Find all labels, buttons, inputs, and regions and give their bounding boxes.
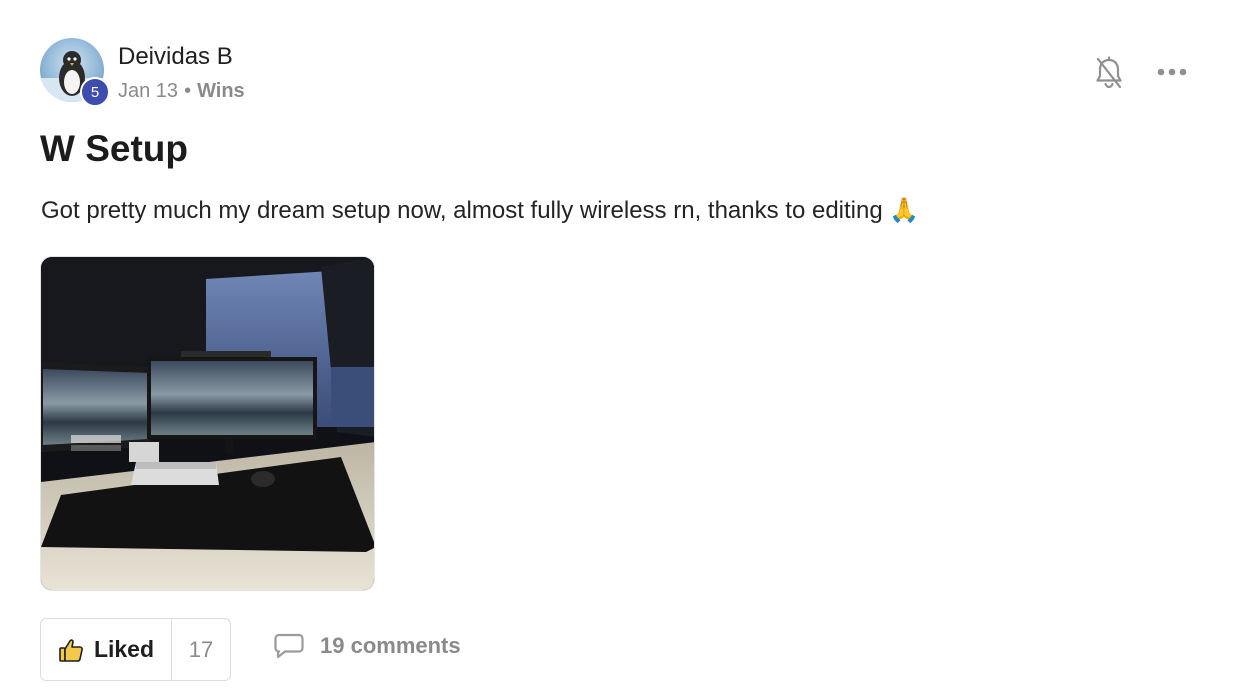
like-label: Liked — [93, 636, 155, 662]
like-button[interactable]: Liked — [41, 619, 172, 680]
post-title: W Setup — [40, 128, 188, 169]
post-date: Jan 13 — [118, 80, 179, 102]
bell-off-icon[interactable] — [1093, 56, 1125, 90]
desk-setup-photo — [41, 257, 374, 590]
post-body: Got pretty much my dream setup now, almo… — [41, 196, 919, 225]
comments-link[interactable]: 19 comments — [273, 632, 461, 660]
meta-separator: • — [184, 80, 192, 102]
thumbs-up-icon — [59, 638, 83, 662]
comments-label: 19 comments — [320, 633, 461, 658]
like-count[interactable]: 17 — [172, 619, 230, 680]
post-category[interactable]: Wins — [197, 80, 245, 103]
level-badge: 5 — [80, 77, 110, 107]
post-body-text: Got pretty much my dream setup now, almo… — [41, 197, 883, 224]
like-control: Liked 17 — [40, 618, 231, 681]
praying-hands-emoji: 🙏 — [889, 197, 920, 224]
more-options-icon[interactable] — [1155, 62, 1189, 82]
post-meta: Jan 13 • Wins — [118, 80, 245, 103]
author-name[interactable]: Deividas B — [118, 43, 233, 71]
post-image[interactable] — [40, 256, 375, 591]
comment-icon — [274, 633, 304, 659]
